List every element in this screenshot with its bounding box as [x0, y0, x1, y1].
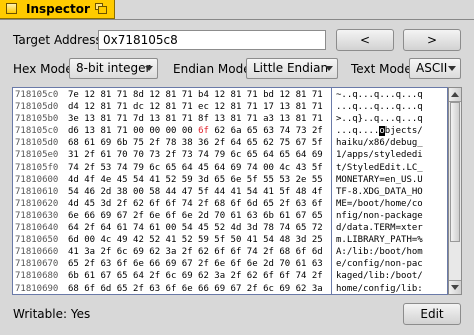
address-row: 71810660 — [15, 247, 59, 258]
hex-row[interactable]: 65 2f 63 6f 6e 66 69 67 2f 6e 6f 6e 2d 7… — [68, 258, 333, 270]
arrow-down-icon — [451, 285, 459, 290]
previous-address-button[interactable]: < — [336, 29, 394, 51]
hex-row[interactable]: 7e 12 81 71 8d 12 81 71 b4 12 81 71 bd 1… — [68, 89, 333, 101]
chevron-down-icon — [448, 66, 456, 71]
ascii-row[interactable]: ...q....objects/ — [336, 125, 426, 137]
address-row: 718105f0 — [15, 162, 59, 173]
address-row: 71810670 — [15, 259, 59, 270]
ascii-row[interactable]: d/data.TERM=xter — [336, 222, 426, 234]
hex-row[interactable]: 6e 66 69 67 2f 6e 6f 6e 2d 70 61 63 6b 6… — [68, 210, 333, 222]
edit-button[interactable]: Edit — [403, 303, 461, 325]
hex-row[interactable]: 74 2f 53 74 79 6c 65 64 45 64 69 74 00 4… — [68, 162, 333, 174]
text-mode-select[interactable]: ASCII — [409, 58, 461, 79]
address-row: 718105b0 — [15, 114, 59, 125]
ascii-row[interactable]: >..q}..q...q...q — [336, 113, 426, 125]
ascii-row[interactable]: MONETARY=en_US.U — [336, 174, 426, 186]
endian-mode-value: Little Endian — [253, 61, 329, 75]
address-row: 71810680 — [15, 271, 59, 282]
hex-row[interactable]: 6b 61 67 65 64 2f 6c 69 62 3a 2f 62 6f 6… — [68, 270, 333, 282]
hex-row[interactable]: 4d 45 3d 2f 62 6f 6f 74 2f 68 6f 6d 65 2… — [68, 198, 333, 210]
zoom-box-icon[interactable] — [95, 3, 107, 14]
address-row: 71810600 — [15, 174, 59, 185]
chevron-down-icon — [325, 66, 333, 71]
ascii-row[interactable]: kaged/lib:/boot/ — [336, 270, 426, 282]
ascii-row[interactable]: m.LIBRARY_PATH=% — [336, 234, 426, 246]
hex-row[interactable]: 68 6f 6d 65 2f 63 6f 6e 66 69 67 2f 6c 6… — [68, 283, 333, 295]
window-title: Inspector — [26, 2, 90, 16]
address-column: 718105c0 718105d0 718105b0 718105c0 718105d0… — [15, 89, 62, 294]
address-row: 71810640 — [15, 223, 59, 234]
address-row: 71810650 — [15, 235, 59, 246]
hex-mode-label: Hex Mode: — [13, 62, 77, 76]
address-row: 718105d0 — [15, 138, 59, 149]
column-divider — [331, 88, 332, 294]
hex-row[interactable]: d6 13 81 71 00 00 00 00 6f 62 6a 65 63 7… — [68, 125, 333, 137]
scroll-down-button[interactable] — [449, 280, 461, 294]
address-row: 71810630 — [15, 210, 59, 221]
ascii-row[interactable]: ...q...q...q...q — [336, 101, 426, 113]
text-mode-value: ASCII — [416, 61, 448, 75]
target-address-label: Target Address: — [13, 33, 106, 47]
hex-row[interactable]: 3e 13 81 71 7d 13 81 71 8f 13 81 71 a3 1… — [68, 113, 333, 125]
ascii-row[interactable]: home/config/lib: — [336, 283, 426, 295]
address-row: 718105e0 — [15, 150, 59, 161]
hex-row[interactable]: 64 2f 64 61 74 61 00 54 45 52 4d 3d 78 7… — [68, 222, 333, 234]
hex-row[interactable]: 6d 00 4c 49 42 52 41 52 59 5f 50 41 54 4… — [68, 234, 333, 246]
ascii-row[interactable]: nfig/non-package — [336, 210, 426, 222]
chevron-down-icon — [145, 66, 153, 71]
ascii-row[interactable]: ME=/boot/home/co — [336, 198, 426, 210]
scroll-up-button[interactable] — [449, 88, 461, 102]
target-address-input[interactable]: 0x718105c8 — [98, 30, 326, 50]
hex-row[interactable]: 31 2f 61 70 70 73 2f 73 74 79 6c 65 64 6… — [68, 149, 333, 161]
scrollbar-thumb[interactable] — [450, 102, 460, 242]
hex-row[interactable]: 68 61 69 6b 75 2f 78 38 36 2f 64 65 62 7… — [68, 137, 333, 149]
address-row: 718105d0 — [15, 102, 59, 113]
hex-row[interactable]: 4d 4f 4e 45 54 41 52 59 3d 65 6e 5f 55 5… — [68, 174, 333, 186]
hex-mode-value: 8-bit integer — [76, 61, 151, 75]
hex-row[interactable]: d4 12 81 71 dc 12 81 71 ec 12 81 71 17 1… — [68, 101, 333, 113]
inspector-window: Target Address: 0x718105c8 < > Hex Mode:… — [0, 19, 474, 335]
ascii-row[interactable]: haiku/x86/debug_ — [336, 137, 426, 149]
address-row: 71810610 — [15, 186, 59, 197]
window-tab[interactable]: Inspector — [0, 0, 115, 19]
address-row: 718105c0 — [15, 90, 59, 100]
memory-dump-view[interactable]: 718105c0 718105d0 718105b0 718105c0 718105d0… — [12, 87, 448, 295]
hex-column[interactable]: 7e 12 81 71 8d 12 81 71 b4 12 81 71 bd 1… — [68, 89, 333, 295]
hex-row[interactable]: 41 3a 2f 6c 69 62 3a 2f 62 6f 6f 74 2f 6… — [68, 246, 333, 258]
tab-bar: Inspector — [0, 0, 474, 20]
address-row: 71810690 — [15, 283, 59, 294]
ascii-row[interactable]: TF-8.XDG_DATA_HO — [336, 186, 426, 198]
ascii-row[interactable]: ~..q...q...q...q — [336, 89, 426, 101]
close-box-icon[interactable] — [6, 3, 17, 14]
ascii-row[interactable]: A:/lib:/boot/hom — [336, 246, 426, 258]
hex-mode-select[interactable]: 8-bit integer — [69, 58, 158, 79]
arrow-up-icon — [451, 92, 459, 97]
ascii-column[interactable]: ~..q...q...q...q ...q...q...q...q >..q}..q… — [336, 89, 426, 295]
vertical-scrollbar[interactable] — [448, 87, 462, 295]
address-row: 718105c0 — [15, 126, 59, 137]
ascii-row[interactable]: t/StyledEdit.LC_ — [336, 162, 426, 174]
hex-row[interactable]: 54 46 2d 38 00 58 44 47 5f 44 41 54 41 5… — [68, 186, 333, 198]
endian-mode-select[interactable]: Little Endian — [246, 58, 338, 79]
writable-status: Writable: Yes — [13, 307, 91, 321]
next-address-button[interactable]: > — [403, 29, 461, 51]
ascii-row[interactable]: e/config/non-pac — [336, 258, 426, 270]
text-mode-label: Text Mode: — [351, 62, 416, 76]
ascii-row[interactable]: 1/apps/stylededi — [336, 149, 426, 161]
address-row: 71810620 — [15, 198, 59, 209]
endian-mode-label: Endian Mode: — [173, 62, 255, 76]
